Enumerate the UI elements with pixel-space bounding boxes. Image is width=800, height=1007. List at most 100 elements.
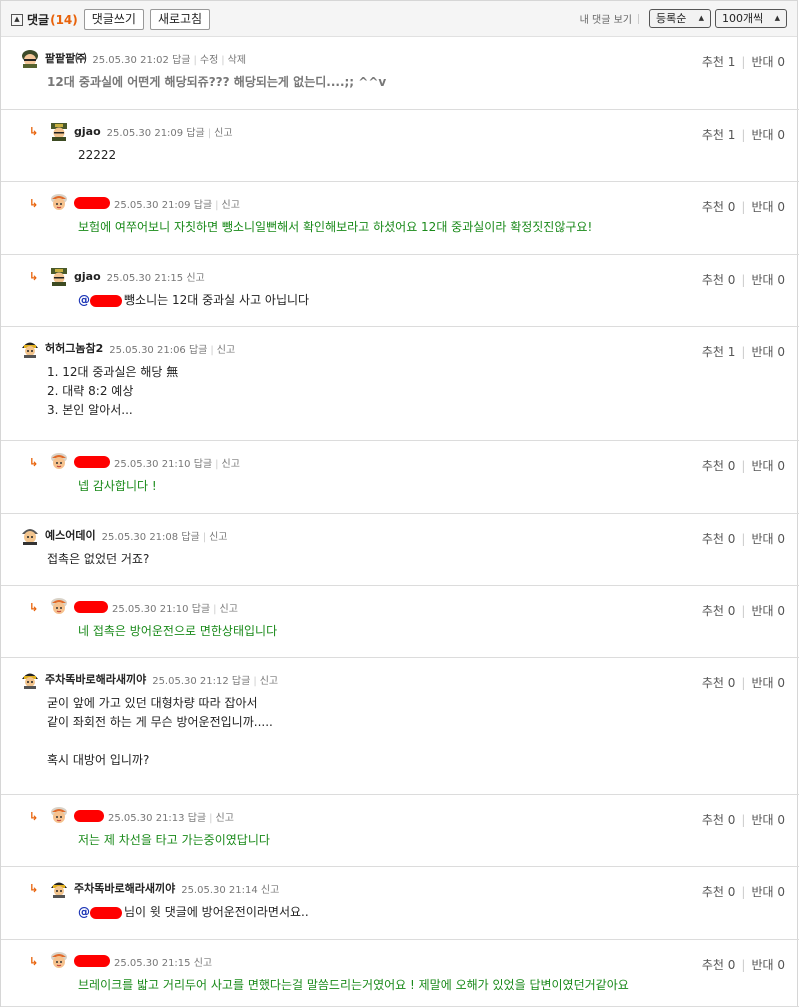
downvote-button[interactable]: 반대 0	[751, 604, 785, 618]
downvote-button[interactable]: 반대 0	[751, 345, 785, 359]
per-page-select[interactable]: 100개씩 ▲	[715, 9, 787, 28]
avatar[interactable]	[49, 452, 69, 472]
downvote-button[interactable]: 반대 0	[751, 885, 785, 899]
mention[interactable]: @	[78, 905, 90, 919]
reply-comment: ↳ 25.05.30 21:10 답글 | 신고 추천 0 | 반대 0 넵 감사합니다 !	[1, 441, 799, 514]
reply-link[interactable]: 답글	[188, 813, 206, 824]
reply-link[interactable]: 답글	[192, 604, 210, 615]
timestamp: 25.05.30 21:09	[114, 199, 191, 211]
report-link[interactable]: 신고	[216, 813, 234, 824]
nickname[interactable]: 허허그놈참2	[45, 340, 103, 356]
upvote-button[interactable]: 추천 0	[702, 200, 736, 214]
report-link[interactable]: 신고	[217, 345, 235, 356]
comment-label: 댓글	[27, 13, 50, 27]
downvote-button[interactable]: 반대 0	[751, 459, 785, 473]
my-comments-link[interactable]: 내 댓글 보기	[580, 11, 632, 26]
downvote-button[interactable]: 반대 0	[751, 532, 785, 546]
upvote-button[interactable]: 추천 0	[702, 532, 736, 546]
nickname[interactable]: 예스어데이	[45, 527, 96, 543]
upvote-button[interactable]: 추천 1	[702, 55, 736, 69]
comment-line: 12대 중과실에 어떤게 해당되쥬??? 해당되는게 없는디....;; ^^v	[47, 75, 387, 89]
reply-link[interactable]: 답글	[194, 200, 212, 211]
vote-box: 추천 0 | 반대 0	[701, 676, 785, 690]
redacted-nickname	[74, 955, 110, 967]
report-link[interactable]: 신고	[209, 532, 227, 543]
avatar[interactable]	[49, 806, 69, 826]
downvote-button[interactable]: 반대 0	[751, 813, 785, 827]
comment-line: 보험에 여쭈어보니 자칫하면 뺑소니일뻔해서 확인해보라고 하셨어요 12대 중…	[78, 220, 593, 234]
avatar[interactable]	[49, 951, 69, 971]
avatar[interactable]	[49, 878, 69, 898]
report-link[interactable]: 신고	[214, 128, 232, 139]
downvote-button[interactable]: 반대 0	[751, 676, 785, 690]
nickname[interactable]: 주차똑바로해라새끼야	[74, 880, 175, 896]
reply-link[interactable]: 답글	[194, 459, 212, 470]
upvote-button[interactable]: 추천 0	[702, 958, 736, 972]
avatar[interactable]	[49, 121, 69, 141]
report-link[interactable]: 신고	[220, 604, 238, 615]
sort-select[interactable]: 등록순 ▲	[649, 9, 711, 28]
reply-link[interactable]: 답글	[189, 345, 207, 356]
avatar[interactable]	[20, 669, 40, 689]
avatar[interactable]	[20, 525, 40, 545]
downvote-button[interactable]: 반대 0	[751, 128, 785, 142]
reply-link[interactable]: 답글	[172, 55, 190, 66]
edit-link[interactable]: 수정	[200, 55, 218, 66]
avatar[interactable]	[49, 597, 69, 617]
avatar[interactable]	[20, 338, 40, 358]
upvote-button[interactable]: 추천 0	[702, 676, 736, 690]
report-link[interactable]: 신고	[194, 958, 212, 969]
upvote-button[interactable]: 추천 1	[702, 128, 736, 142]
upvote-button[interactable]: 추천 0	[702, 604, 736, 618]
redacted-mention	[90, 294, 122, 307]
mention[interactable]: @	[78, 293, 90, 307]
report-link[interactable]: 신고	[186, 273, 204, 284]
downvote-button[interactable]: 반대 0	[751, 55, 785, 69]
timestamp: 25.05.30 21:08	[101, 531, 179, 543]
upvote-button[interactable]: 추천 0	[702, 813, 736, 827]
vote-box: 추천 1 | 반대 0	[701, 345, 785, 359]
avatar[interactable]	[49, 193, 69, 213]
downvote-button[interactable]: 반대 0	[751, 200, 785, 214]
upvote-button[interactable]: 추천 1	[702, 345, 736, 359]
nickname[interactable]: 팥팥팥㈜	[45, 50, 86, 66]
reply-arrow-icon: ↳	[29, 125, 39, 138]
comment-meta: 25.05.30 21:14 신고	[181, 881, 279, 896]
collapse-icon[interactable]: ▲	[11, 13, 23, 26]
select-arrow-icon: ▲	[774, 14, 780, 22]
nickname[interactable]: gjao	[74, 270, 101, 283]
reply-link[interactable]: 답글	[232, 676, 250, 687]
reply-link[interactable]: 답글	[186, 128, 204, 139]
timestamp: 25.05.30 21:13	[108, 812, 185, 824]
avatar[interactable]	[20, 48, 40, 68]
comment-meta: 25.05.30 21:06 답글 | 신고	[109, 344, 236, 356]
comment-body: 22222	[78, 146, 116, 165]
nickname[interactable]: 주차똑바로해라새끼야	[45, 671, 146, 687]
reply-link[interactable]: 답글	[181, 532, 199, 543]
timestamp: 25.05.30 21:10	[112, 603, 189, 615]
comment-meta: 25.05.30 21:02 답글 | 수정 | 삭제	[92, 54, 247, 66]
delete-link[interactable]: 삭제	[228, 55, 246, 66]
downvote-button[interactable]: 반대 0	[751, 273, 785, 287]
upvote-button[interactable]: 추천 0	[702, 459, 736, 473]
nickname[interactable]: gjao	[74, 125, 101, 138]
comment-line: 브레이크를 밟고 거리두어 사고를 면했다는걸 말씀드리는거였어요 ! 제말에 …	[78, 978, 629, 992]
upvote-button[interactable]: 추천 0	[702, 273, 736, 287]
refresh-button[interactable]: 새로고침	[149, 9, 211, 30]
report-link[interactable]: 신고	[260, 676, 278, 687]
downvote-button[interactable]: 반대 0	[751, 958, 785, 972]
reply-comment: ↳ gjao 25.05.30 21:09 답글 | 신고 추천 1 | 반대 0 22222	[1, 110, 799, 182]
report-link[interactable]: 신고	[261, 885, 279, 896]
comment-count: (14)	[50, 12, 78, 27]
redacted-nickname	[74, 810, 104, 822]
vote-box: 추천 0 | 반대 0	[701, 958, 785, 972]
report-link[interactable]: 신고	[222, 200, 240, 211]
select-arrow-icon: ▲	[698, 14, 704, 22]
write-comment-button[interactable]: 댓글쓰기	[83, 9, 144, 30]
reply-comment: ↳ gjao 25.05.30 21:15 신고 추천 0 | 반대 0 @ 뺑소니는 12대…	[1, 255, 799, 327]
comment-meta: 25.05.30 21:08 답글 | 신고	[101, 531, 228, 543]
avatar[interactable]	[49, 266, 69, 286]
upvote-button[interactable]: 추천 0	[702, 885, 736, 899]
reply-comment: ↳ 주차똑바로해라새끼야 25.05.30 21:14 신고 추천 0 | 반대 0 @ 님이…	[1, 867, 799, 940]
report-link[interactable]: 신고	[222, 459, 240, 470]
